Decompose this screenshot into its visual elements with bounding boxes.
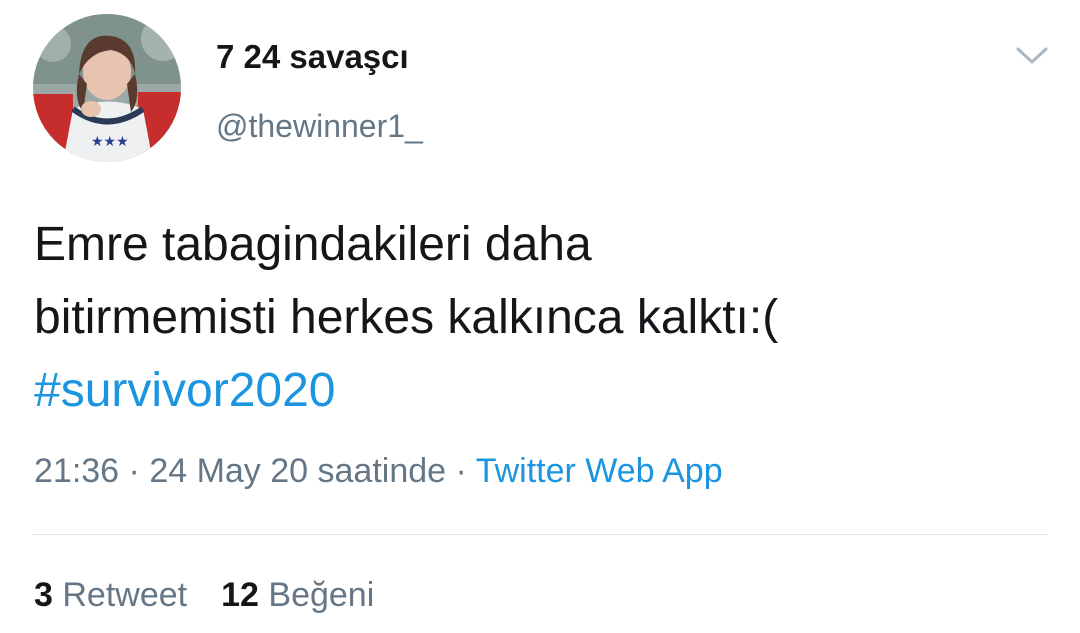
avatar[interactable]: ★★★: [33, 14, 181, 162]
meta-separator: ·: [119, 452, 150, 490]
like-count: 12: [221, 576, 259, 614]
tweet-source-link[interactable]: Twitter Web App: [476, 452, 723, 490]
chevron-down-icon[interactable]: [1012, 40, 1052, 70]
tweet-text: Emre tabagindakileri daha bitirmemisti h…: [34, 208, 1044, 427]
hashtag-link[interactable]: #survivor2020: [34, 354, 1044, 427]
tweet-text-line: Emre tabagindakileri daha: [34, 218, 592, 271]
tweet-stats: 3 Retweet 12 Beğeni: [34, 576, 408, 615]
tweet-date[interactable]: 24 May 20 saatinde: [149, 452, 446, 490]
retweet-label: Retweet: [62, 576, 188, 614]
tweet-meta: 21:36 · 24 May 20 saatinde · Twitter Web…: [34, 452, 723, 491]
svg-text:★★★: ★★★: [91, 134, 129, 150]
divider: [33, 534, 1048, 535]
display-name[interactable]: 7 24 savaşcı: [216, 38, 409, 76]
retweet-stat[interactable]: 3 Retweet: [34, 576, 187, 614]
retweet-count: 3: [34, 576, 53, 614]
tweet-text-line: bitirmemisti herkes kalkınca kalktı:(: [34, 291, 779, 344]
like-label: Beğeni: [268, 576, 375, 614]
tweet-time[interactable]: 21:36: [34, 452, 119, 490]
like-stat[interactable]: 12 Beğeni: [221, 576, 374, 614]
user-handle[interactable]: @thewinner1_: [216, 108, 423, 145]
avatar-image: ★★★: [33, 14, 181, 162]
meta-separator: ·: [446, 452, 476, 490]
